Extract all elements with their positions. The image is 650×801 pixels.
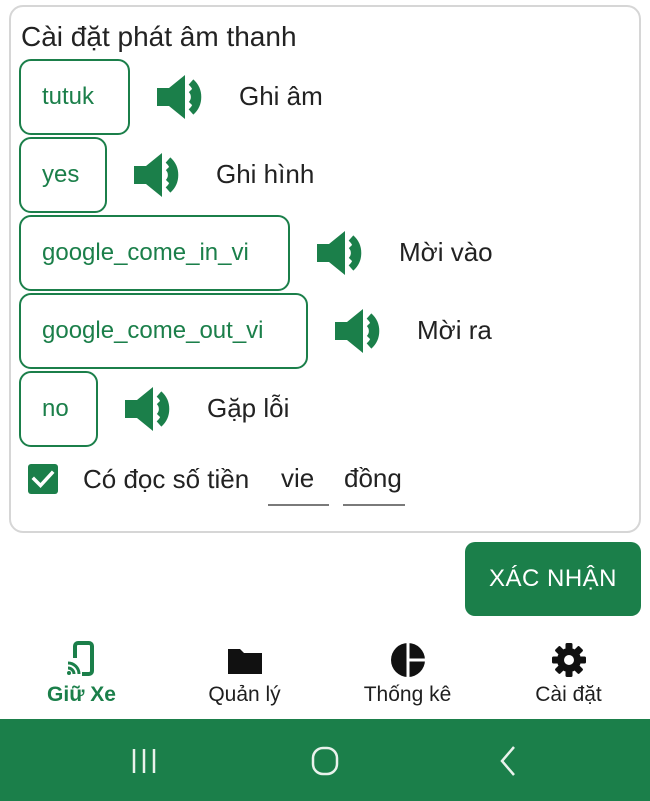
currency-input[interactable]: đồng bbox=[343, 460, 405, 506]
gear-icon bbox=[551, 643, 586, 677]
speaker-icon[interactable] bbox=[132, 150, 192, 200]
speaker-icon[interactable] bbox=[333, 306, 393, 356]
nav-label: Giữ Xe bbox=[47, 683, 116, 706]
read-money-label: Có đọc số tiền bbox=[83, 464, 250, 494]
language-input[interactable]: vie bbox=[268, 460, 329, 506]
check-icon bbox=[31, 470, 55, 489]
nav-item-settings[interactable]: Cài đặt bbox=[487, 636, 650, 718]
sound-label: Ghi hình bbox=[216, 159, 315, 189]
pie-chart-icon bbox=[390, 643, 425, 677]
bottom-navigation: Giữ Xe Quản lý Thống kê Cài đặt bbox=[0, 636, 650, 718]
speaker-icon[interactable] bbox=[315, 228, 375, 278]
speaker-icon[interactable] bbox=[155, 72, 215, 122]
nav-item-manage[interactable]: Quản lý bbox=[163, 636, 326, 718]
nav-label: Thống kê bbox=[363, 683, 452, 706]
sound-file-chip[interactable]: google_come_in_vi bbox=[19, 215, 290, 291]
sound-file-chip[interactable]: tutuk bbox=[19, 59, 130, 135]
read-money-checkbox[interactable] bbox=[28, 464, 58, 494]
sound-file-chip[interactable]: google_come_out_vi bbox=[19, 293, 308, 369]
sound-file-chip[interactable]: yes bbox=[19, 137, 107, 213]
panel-title: Cài đặt phát âm thanh bbox=[21, 21, 297, 52]
sound-file-chip[interactable]: no bbox=[19, 371, 98, 447]
back-icon[interactable] bbox=[488, 743, 528, 779]
phone-cast-icon bbox=[65, 641, 94, 678]
recent-apps-icon[interactable] bbox=[124, 743, 164, 779]
sound-label: Ghi âm bbox=[239, 81, 323, 111]
sound-label: Mời ra bbox=[417, 315, 492, 345]
speaker-icon[interactable] bbox=[123, 384, 183, 434]
nav-item-statistics[interactable]: Thống kê bbox=[326, 636, 489, 718]
confirm-button[interactable]: XÁC NHẬN bbox=[465, 542, 641, 616]
home-icon[interactable] bbox=[305, 743, 345, 779]
nav-label: Quản lý bbox=[208, 683, 281, 706]
sound-label: Mời vào bbox=[399, 237, 493, 267]
sound-label: Gặp lỗi bbox=[207, 393, 290, 423]
nav-item-parking[interactable]: Giữ Xe bbox=[0, 636, 163, 718]
system-navigation-bar bbox=[0, 719, 650, 801]
read-money-row: Có đọc số tiền vie đồng bbox=[28, 460, 448, 506]
sound-settings-panel: Cài đặt phát âm thanh tutuk Ghi âm yes G… bbox=[9, 5, 641, 533]
folder-icon bbox=[227, 649, 262, 674]
nav-label: Cài đặt bbox=[535, 683, 602, 706]
